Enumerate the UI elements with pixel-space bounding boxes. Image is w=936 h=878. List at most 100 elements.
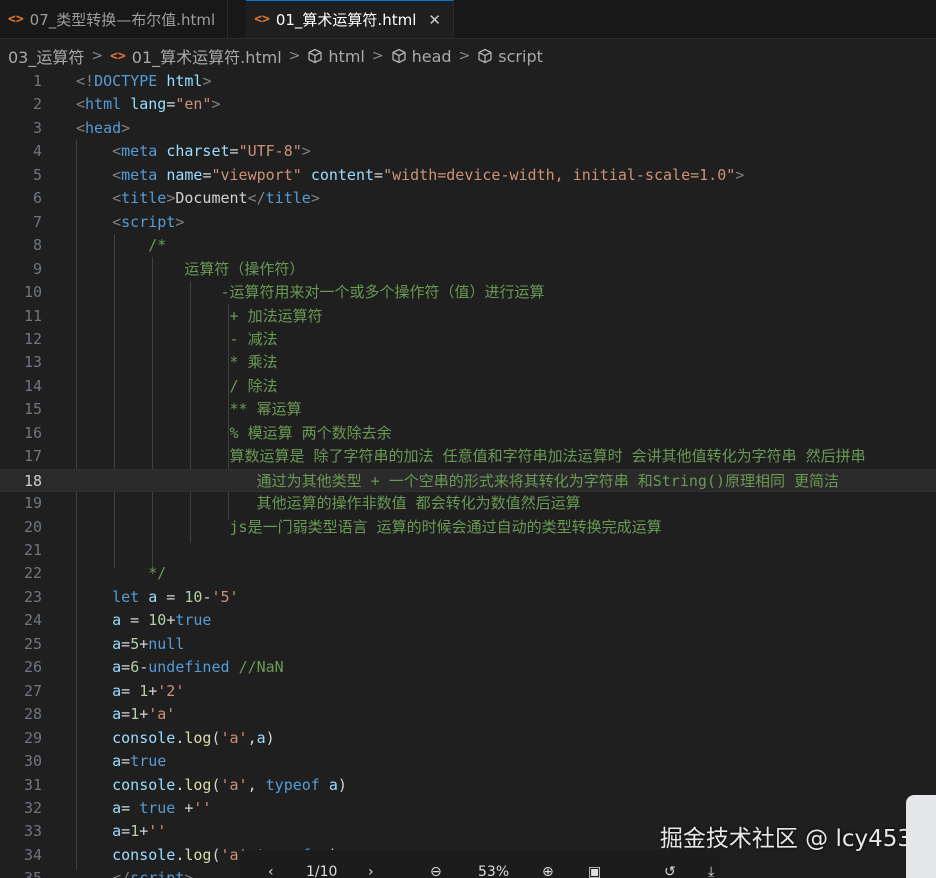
tab-active-file[interactable]: <> 01_算术运算符.html ✕ [246,0,454,38]
rotate-icon[interactable]: ↺ [664,864,676,878]
element-cube-icon [477,48,493,64]
breadcrumb-item[interactable]: html [307,47,365,66]
code-token: console [112,845,176,864]
code-text: ** 幂运算 [76,398,302,421]
code-token: head [85,118,122,137]
code-token: = [121,752,131,771]
code-token: 'a' [148,705,176,724]
code-line[interactable]: 23 let a = 10-'5' [0,586,936,609]
chevron-left-icon[interactable]: ‹ [268,864,274,878]
code-token: '' [148,822,167,841]
line-number: 10 [23,283,42,302]
code-text: 运算符（操作符） [76,258,304,281]
code-line[interactable]: 13 * 乘法 [0,351,936,374]
breadcrumb-item[interactable]: script [477,47,543,66]
code-text: <title>Document</title> [76,187,320,210]
code-line[interactable]: 12 - 减法 [0,328,936,351]
code-token: a [112,798,122,817]
chevron-right-icon[interactable]: › [368,864,374,878]
code-token: DOCTYPE [94,72,167,90]
code-line[interactable]: 3 <head> [0,117,936,140]
line-number: 20 [23,517,42,536]
code-token: = [374,165,384,184]
page-indicator: 1/10 [306,864,338,878]
code-text: a=6-undefined //NaN [76,656,284,679]
code-line[interactable]: 26 a=6-undefined //NaN [0,656,936,679]
code-token: js是一门弱类型语言 运算的时候会通过自动的类型转换完成运算 [76,517,662,536]
code-line[interactable]: 6 <title>Document</title> [0,187,936,210]
code-line[interactable]: 28 a=1+'a' [0,703,936,726]
code-text: */ [76,562,166,585]
code-line[interactable]: 5 <meta name="viewport" content="width=d… [0,164,936,187]
breadcrumb-label: 01_算术运算符.html [131,48,282,67]
code-token: > [184,869,193,878]
code-line[interactable]: 32 a= true +'' [0,797,936,820]
line-number: 1 [32,72,42,90]
code-text: a=1+'' [76,820,166,843]
code-text: % 模运算 两个数除去余 [76,422,392,445]
breadcrumb-item[interactable]: <> 01_算术运算符.html [110,44,282,68]
code-line[interactable]: 29 console.log('a',a) [0,727,936,750]
line-number: 19 [23,494,42,513]
code-token: ( [211,775,221,794]
line-number: 2 [32,95,42,114]
code-token: title [121,189,167,208]
line-number: 12 [23,329,42,348]
code-line[interactable]: 31 console.log('a', typeof a) [0,774,936,797]
code-line[interactable]: 24 a = 10+true [0,609,936,632]
code-line[interactable]: 7 <script> [0,211,936,234]
zoom-in-icon[interactable]: ⊕ [542,864,554,878]
code-token: a [112,752,122,771]
code-line[interactable]: 4 <meta charset="UTF-8"> [0,140,936,163]
code-line[interactable]: 1 <!DOCTYPE html> [0,70,936,93]
line-number: 7 [32,212,42,231]
code-token: content [310,165,375,184]
code-line[interactable]: 8 /* [0,234,936,257]
code-line[interactable]: 10 -运算符用来对一个或多个操作符（值）进行运算 [0,281,936,304]
code-token: < [76,118,86,137]
code-token: 1 [130,822,140,841]
tab-file[interactable]: <> 07_类型转换—布尔值.html [0,0,229,38]
code-text: console.log('a', typeof a) [76,774,347,797]
code-token: 运算符（操作符） [76,259,305,278]
fit-page-icon[interactable]: ▣ [588,864,601,878]
close-icon[interactable]: ✕ [428,11,441,29]
code-token: lang [130,95,167,114]
line-number: 23 [23,587,42,606]
code-line[interactable]: 11 + 加法运算符 [0,305,936,328]
code-token: = [121,658,131,677]
floating-widget[interactable] [906,795,936,878]
line-number: 24 [23,611,42,630]
pdf-toolbar: ‹ 1/10 › ⊖ 53% ⊕ ▣ ↺ ⤓ [240,850,720,878]
code-token: 通过为其他类型 + 一个空串的形式来将其转化为字符串 和String()原理相同… [76,471,840,490]
code-line[interactable]: 2 <html lang="en"> [0,93,936,116]
code-line[interactable]: 9 运算符（操作符） [0,258,936,281]
breadcrumb: 03_运算符 > <> 01_算术运算符.html > html > head > script [0,38,936,74]
breadcrumb-item[interactable]: head [391,47,452,66]
code-token: a [256,728,266,747]
code-line[interactable]: 25 a=5+null [0,633,936,656]
code-line[interactable]: 18 通过为其他类型 + 一个空串的形式来将其转化为字符串 和String()原… [0,468,936,493]
code-line[interactable]: 17 算数运算是 除了字符串的加法 任意值和字符串加法运算时 会讲其他值转化为字… [0,445,936,468]
breadcrumb-item[interactable]: 03_运算符 [8,44,84,68]
code-line[interactable]: 21 [0,539,936,562]
code-line[interactable]: 19 其他运算的操作非数值 都会转化为数值然后运算 [0,492,936,515]
code-token: ( [211,728,221,747]
line-number: 15 [23,400,42,419]
code-token: < [112,165,122,184]
code-editor[interactable]: 1 <!DOCTYPE html> 2 <html lang="en"> 3 <head>… [0,70,936,878]
code-line[interactable]: 15 ** 幂运算 [0,398,936,421]
code-line[interactable]: 27 a= 1+'2' [0,680,936,703]
code-line[interactable]: 30 a=true [0,750,936,773]
download-icon[interactable]: ⤓ [708,864,714,878]
zoom-out-icon[interactable]: ⊖ [430,864,442,878]
code-text: a= true +'' [76,797,211,820]
code-line[interactable]: 16 % 模运算 两个数除去余 [0,422,936,445]
code-text: console.log('a',a) [76,727,275,750]
code-line[interactable]: 22 */ [0,562,936,585]
code-token: 1 [139,681,149,700]
code-line[interactable]: 14 / 除法 [0,375,936,398]
code-line[interactable]: 20 js是一门弱类型语言 运算的时候会通过自动的类型转换完成运算 [0,516,936,539]
code-text: <meta charset="UTF-8"> [76,140,311,163]
code-text: a=5+null [76,633,184,656]
